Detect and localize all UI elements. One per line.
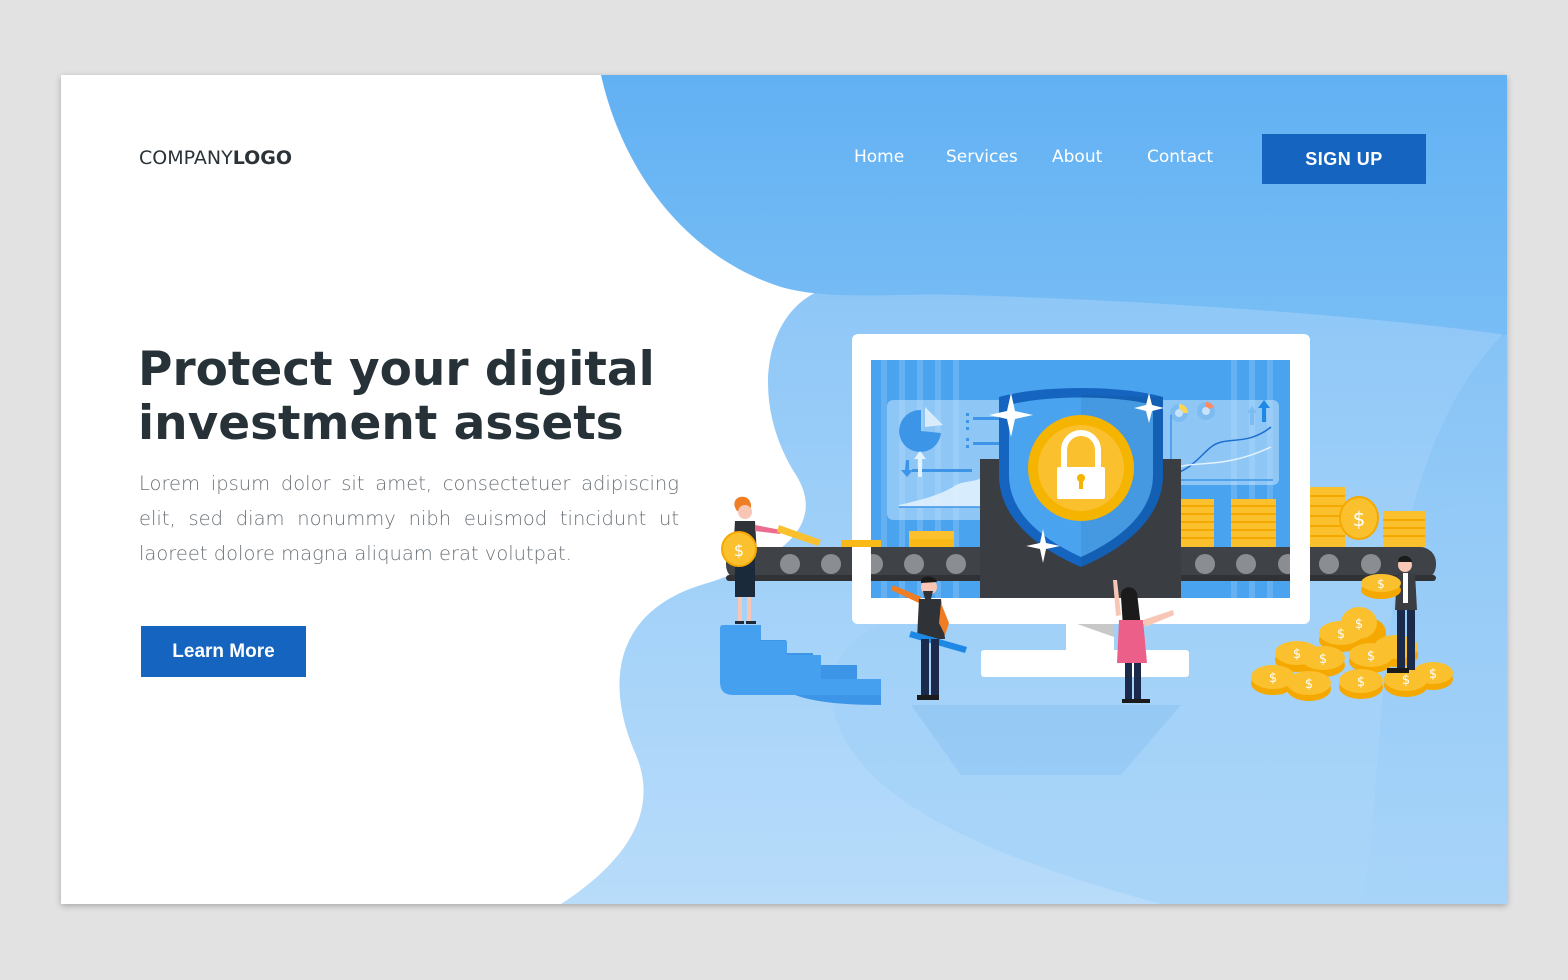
headline-line-1: Protect your digital <box>138 342 655 397</box>
dark-blob <box>601 75 1507 335</box>
logo-text-light: COMPANY <box>139 147 233 169</box>
hero-body: Lorem ipsum dolor sit amet, consectetuer… <box>139 472 679 565</box>
hero-headline: Protect your digital investment assets <box>138 343 698 451</box>
nav-contact[interactable]: Contact <box>1147 147 1213 167</box>
nav-home[interactable]: Home <box>854 147 904 167</box>
learn-more-button[interactable]: Learn More <box>141 626 306 677</box>
company-logo[interactable]: COMPANYLOGO <box>139 147 292 169</box>
nav-services[interactable]: Services <box>946 147 1018 167</box>
signup-button[interactable]: SIGN UP <box>1262 134 1426 184</box>
logo-text-bold: LOGO <box>232 147 293 169</box>
landing-page: COMPANYLOGO Home Services About Contact … <box>61 75 1507 904</box>
headline-line-2: investment assets <box>138 396 624 451</box>
nav-about[interactable]: About <box>1052 147 1102 167</box>
